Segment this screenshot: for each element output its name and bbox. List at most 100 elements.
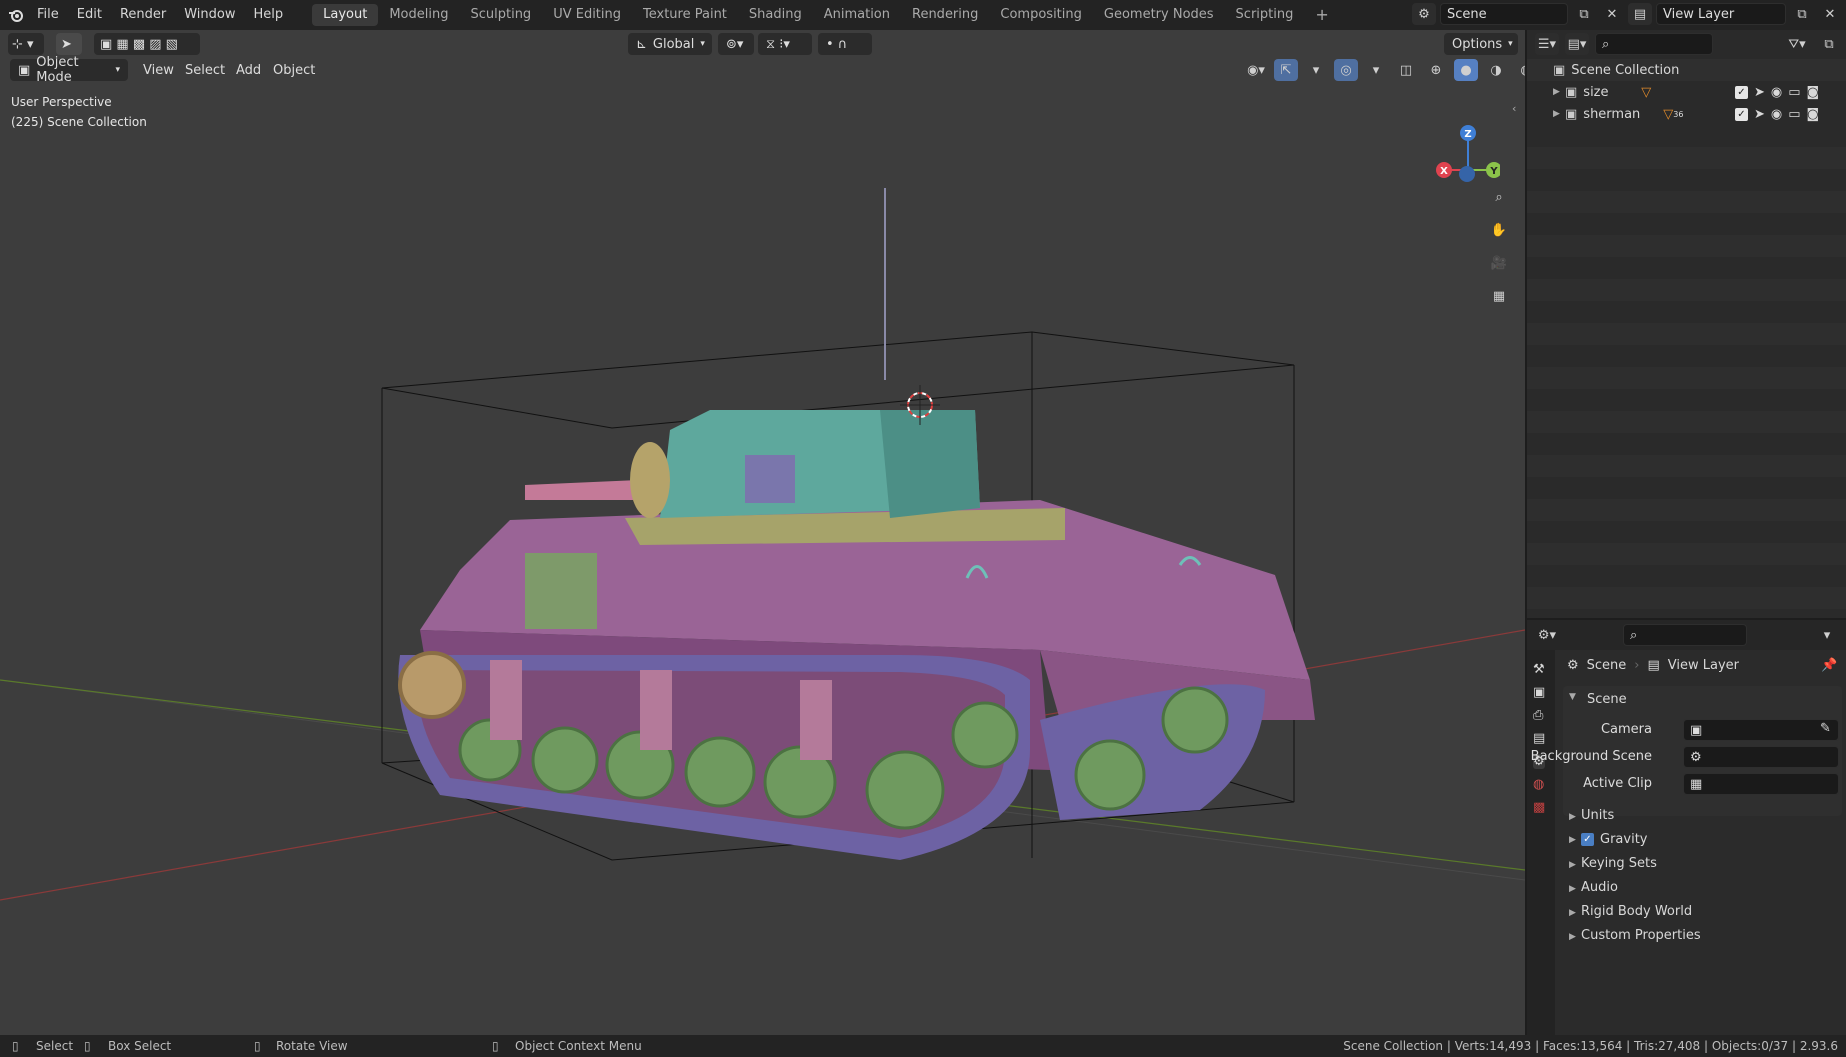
status-rotate-view: Rotate View xyxy=(276,1039,348,1053)
tab-scripting[interactable]: Scripting xyxy=(1225,4,1305,26)
display-mode-icon[interactable]: ▤▾ xyxy=(1565,33,1589,55)
scene-icon: ⚙ xyxy=(1690,749,1702,765)
menu-file[interactable]: File xyxy=(28,0,68,30)
collection-icon: ▣ xyxy=(1565,106,1578,122)
new-collection-icon[interactable]: ⧉ xyxy=(1817,33,1841,55)
eye-icon[interactable]: ◉ xyxy=(1771,107,1782,122)
status-bar: ▯ Select ▯ Box Select ▯ Rotate View ▯ Ob… xyxy=(0,1035,1846,1057)
outliner-row-sherman[interactable]: ▶ ▣ sherman ▽ 36 ✓ ➤ ◉ ▭ ◙ xyxy=(1527,103,1846,125)
view-layer-selector-icon[interactable]: ▤ xyxy=(1628,3,1652,25)
tab-modeling[interactable]: Modeling xyxy=(378,4,459,26)
outliner-row-size[interactable]: ▶ ▣ size ▽ ✓ ➤ ◉ ▭ ◙ xyxy=(1527,81,1846,103)
z-axis-label: Z xyxy=(1464,129,1471,140)
menu-help[interactable]: Help xyxy=(245,0,293,30)
hand-pan-icon[interactable]: ✋ xyxy=(1487,219,1511,241)
scene-panel-title: Scene xyxy=(1587,692,1627,707)
outliner-empty-area xyxy=(1527,125,1846,615)
render-camera-icon[interactable]: ◙ xyxy=(1807,85,1820,100)
remove-scene-icon[interactable]: ✕ xyxy=(1600,3,1624,25)
scene-icon: ⚙ xyxy=(1567,658,1579,673)
collection-name: size xyxy=(1583,84,1609,100)
background-scene-field[interactable]: ⚙ xyxy=(1683,746,1839,768)
world-tab-icon[interactable]: ◍ xyxy=(1533,777,1545,792)
outliner-editor-type-icon[interactable]: ☰▾ xyxy=(1535,33,1559,55)
menu-edit[interactable]: Edit xyxy=(68,0,111,30)
neg-z-axis-handle[interactable] xyxy=(1459,166,1475,182)
scene-selector-icon[interactable]: ⚙ xyxy=(1412,3,1436,25)
monitor-icon[interactable]: ▭ xyxy=(1788,85,1800,100)
new-scene-icon[interactable]: ⧉ xyxy=(1572,3,1596,25)
scene-field[interactable]: Scene xyxy=(1440,3,1568,25)
remove-view-layer-icon[interactable]: ✕ xyxy=(1818,3,1842,25)
outliner-search-input[interactable]: ⌕ xyxy=(1595,33,1713,55)
add-workspace-icon[interactable]: + xyxy=(1304,4,1339,26)
gun-mantlet xyxy=(630,442,670,518)
eye-icon[interactable]: ◉ xyxy=(1771,85,1782,100)
view-layer-tab-icon[interactable]: ▤ xyxy=(1533,731,1545,746)
section-gravity[interactable]: ▶ ✓ Gravity xyxy=(1569,832,1701,847)
zoom-icon[interactable]: ⌕ xyxy=(1487,186,1511,208)
texture-tab-icon[interactable]: ▩ xyxy=(1533,800,1545,815)
camera-field[interactable]: ▣ xyxy=(1683,719,1839,741)
section-keying-sets[interactable]: ▶ Keying Sets xyxy=(1569,856,1701,871)
3d-viewport[interactable]: ⊹ ▾ ➤ ▣ ▦ ▩ ▨ ▧ ⊾ Global ▾ ⊚▾ ⧖ ⁝▾ • ∩ O… xyxy=(0,30,1525,1035)
section-rigid-body-world[interactable]: ▶ Rigid Body World xyxy=(1569,904,1701,919)
mouse-middle-icon: ▯ xyxy=(254,1039,261,1053)
selectable-icon[interactable]: ➤ xyxy=(1754,85,1765,100)
properties-search-input[interactable]: ⌕ xyxy=(1623,624,1747,646)
expand-icon: ▶ xyxy=(1569,812,1576,822)
active-clip-field[interactable]: ▦ xyxy=(1683,773,1839,795)
x-axis-label: X xyxy=(1440,166,1448,177)
section-custom-properties[interactable]: ▶ Custom Properties xyxy=(1569,928,1701,943)
camera-view-icon[interactable]: 🎥 xyxy=(1487,252,1511,274)
tab-geometry-nodes[interactable]: Geometry Nodes xyxy=(1093,4,1225,26)
tool-tab-icon[interactable]: ⚒ xyxy=(1533,662,1545,677)
tab-uv-editing[interactable]: UV Editing xyxy=(542,4,632,26)
output-tab-icon[interactable]: ⎙ xyxy=(1533,708,1545,723)
properties-editor-type-icon[interactable]: ⚙▾ xyxy=(1535,624,1559,646)
tab-rendering[interactable]: Rendering xyxy=(901,4,989,26)
exclude-checkbox[interactable]: ✓ xyxy=(1735,85,1748,99)
outliner-root-row[interactable]: ▣ Scene Collection xyxy=(1527,59,1846,81)
breadcrumb-scene: Scene xyxy=(1586,658,1627,673)
menu-render[interactable]: Render xyxy=(111,0,175,30)
tab-animation[interactable]: Animation xyxy=(813,4,901,26)
perspective-toggle-icon[interactable]: ▦ xyxy=(1487,285,1511,307)
camera-label: Camera xyxy=(1600,722,1652,737)
search-icon: ⌕ xyxy=(1630,627,1638,643)
mesh-filter-icon: ▽ xyxy=(1641,84,1652,100)
tab-layout[interactable]: Layout xyxy=(312,4,379,26)
properties-options-icon[interactable]: ▾ xyxy=(1815,624,1839,646)
scene-panel-header[interactable]: ▼ Scene xyxy=(1569,692,1627,707)
section-units[interactable]: ▶ Units xyxy=(1569,808,1701,823)
exclude-checkbox[interactable]: ✓ xyxy=(1735,107,1748,121)
expand-icon[interactable]: ▶ xyxy=(1553,109,1565,119)
view-layer-icon: ▤ xyxy=(1647,658,1660,673)
gravity-checkbox[interactable]: ✓ xyxy=(1581,833,1594,846)
background-scene-label: Background Scene xyxy=(1530,749,1652,764)
filter-icon[interactable]: ⛛▾ xyxy=(1785,33,1809,55)
tab-compositing[interactable]: Compositing xyxy=(989,4,1093,26)
sidebar-toggle-icon[interactable]: ‹ xyxy=(1512,102,1516,115)
properties-editor: ⚙▾ ⌕ ▾ ⚒ ▣ ⎙ ▤ ⚙ ◍ ▩ ⚙ Scene › ▤ View La… xyxy=(1527,620,1846,1035)
render-camera-icon[interactable]: ◙ xyxy=(1807,107,1820,122)
tab-texture-paint[interactable]: Texture Paint xyxy=(632,4,738,26)
new-view-layer-icon[interactable]: ⧉ xyxy=(1790,3,1814,25)
mouse-right-icon: ▯ xyxy=(492,1039,499,1053)
pin-icon[interactable]: 📌 xyxy=(1821,658,1837,673)
render-tab-icon[interactable]: ▣ xyxy=(1533,685,1545,700)
selectable-icon[interactable]: ➤ xyxy=(1754,107,1765,122)
tab-shading[interactable]: Shading xyxy=(738,4,813,26)
expand-icon[interactable]: ▶ xyxy=(1553,87,1565,97)
blender-logo-icon[interactable] xyxy=(4,4,28,26)
view-layer-field[interactable]: View Layer xyxy=(1656,3,1786,25)
active-clip-label: Active Clip xyxy=(1583,776,1652,791)
scene-statistics: Scene Collection | Verts:14,493 | Faces:… xyxy=(1343,1039,1838,1053)
expand-icon: ▶ xyxy=(1569,884,1576,894)
monitor-icon[interactable]: ▭ xyxy=(1788,107,1800,122)
section-audio[interactable]: ▶ Audio xyxy=(1569,880,1701,895)
menu-window[interactable]: Window xyxy=(175,0,244,30)
eyedropper-icon[interactable]: ✎ xyxy=(1820,721,1831,736)
outliner: ☰▾ ▤▾ ⌕ ⛛▾ ⧉ ▣ Scene Collection ▶ ▣ size… xyxy=(1527,30,1846,618)
tab-sculpting[interactable]: Sculpting xyxy=(459,4,542,26)
